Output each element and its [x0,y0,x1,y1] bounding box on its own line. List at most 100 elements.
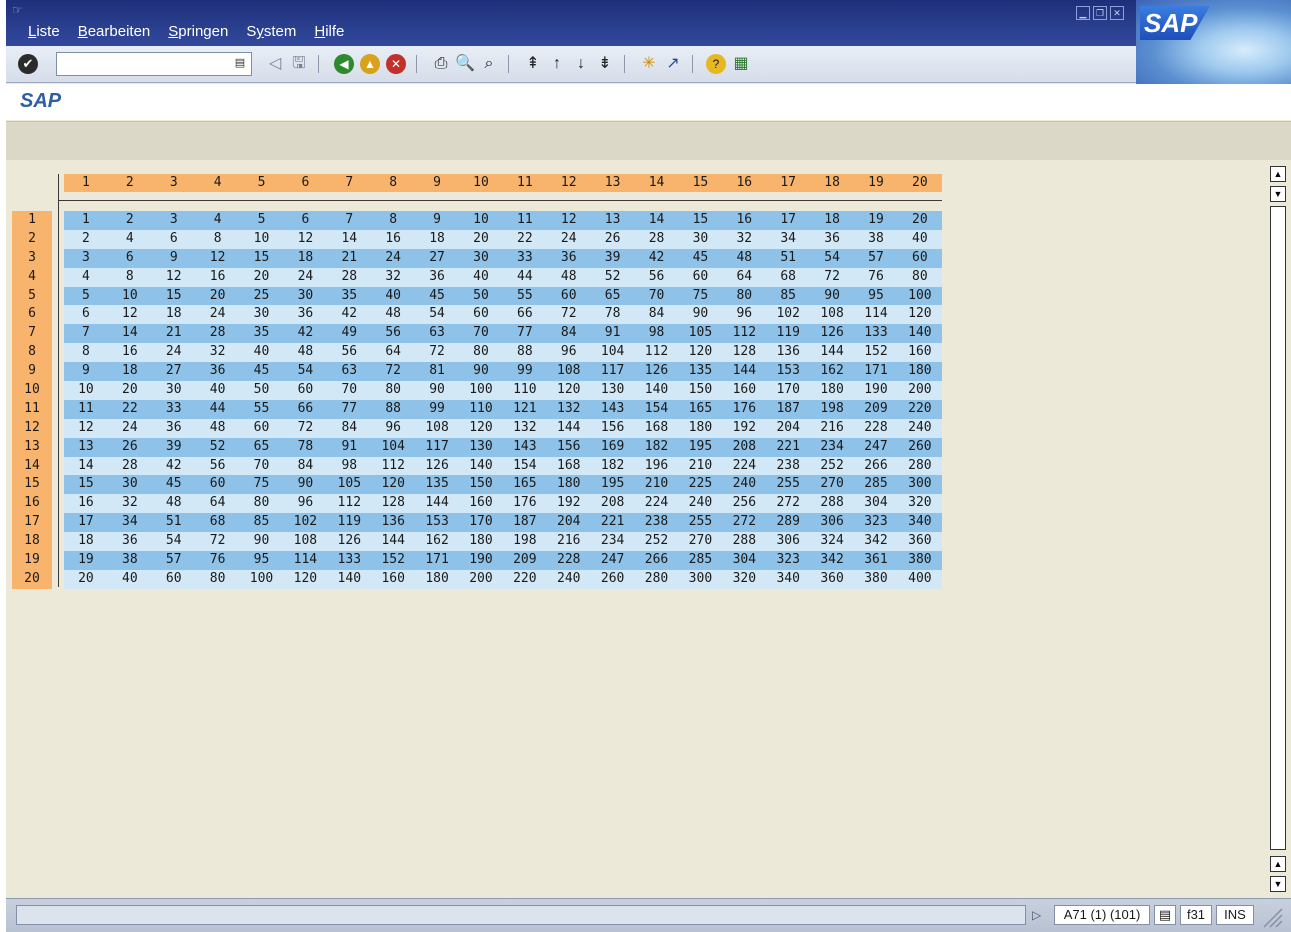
table-row[interactable]: 9 18 27 36 45 54 63 72 81 90 99 108 117 126 135 144 153 1… [64,362,942,382]
table-row[interactable]: 12 24 36 48 60 72 84 96 108 120 132 144 156 168 180 192… [64,418,942,438]
first-page-icon[interactable]: ⇞ [522,53,544,75]
scroll-down-icon[interactable]: ▼ [1270,186,1286,202]
column-header: 17 [780,175,797,190]
column-header: 4 [213,175,222,190]
scroll-down-bottom-icon[interactable]: ▼ [1270,876,1286,892]
table-cell: 10 [253,230,270,246]
status-options-icon[interactable]: ▤ [1154,905,1176,925]
table-row[interactable]: 18 36 54 72 90 108 126 144 162 180 198 216 234 252 270… [64,532,942,552]
table-row[interactable]: 2 4 6 8 10 12 14 16 18 20 22 24 26 28 30 32 34 36 38 40 [64,229,942,249]
cancel-icon[interactable]: ✕ [386,54,406,74]
table-row[interactable]: 13 26 39 52 65 78 91 104 117 130 143 156 169 182 195 20… [64,437,942,457]
scroll-track[interactable] [1270,206,1286,850]
vertical-scrollbar[interactable]: ▲ ▼ ▲ ▼ [1268,162,1288,896]
table-cell: 16 [78,495,94,511]
close-icon[interactable]: ✕ [1110,6,1124,20]
table-row[interactable]: 8 16 24 32 40 48 56 64 72 80 88 96 104 112 120 128 136 14… [64,343,942,363]
table-row[interactable]: 3 6 9 12 15 18 21 24 27 30 33 36 39 42 45 48 51 54 57 60 [64,248,942,268]
table-cell: 204 [557,514,581,530]
table-cell: 171 [864,363,888,379]
system-info-field[interactable]: A71 (1) (101) [1054,905,1150,925]
create-session-icon[interactable]: ✳ [638,53,660,75]
table-cell: 40 [912,230,928,246]
table-cell: 12 [560,212,577,227]
system-menu-icon[interactable]: ☞ [12,4,24,16]
save-icon[interactable]: 🖫 [288,53,310,75]
last-page-icon[interactable]: ⇟ [594,53,616,75]
find-icon[interactable]: 🔍 [454,53,476,75]
menu-liste[interactable]: Liste [28,22,60,42]
table-cell: 54 [297,363,314,379]
table-cell: 170 [469,514,493,530]
table-cell: 132 [557,400,581,416]
table-cell: 272 [776,495,800,511]
menu-hilfe[interactable]: Hilfe [314,22,344,42]
command-field[interactable] [56,52,252,76]
shortcut-icon[interactable]: ↗ [662,53,684,75]
table-row[interactable]: 1 2 3 4 5 6 7 8 9 10 11 12 13 14 15 16 17 18 19 20 [64,211,942,230]
table-row[interactable]: 4 8 12 16 20 24 28 32 36 40 44 48 52 56 60 64 68 72 76 80 [64,267,942,287]
find-next-icon[interactable]: ⌕ [478,53,500,75]
table-row[interactable]: 17 34 51 68 85 102 119 136 153 170 187 204 221 238 255… [64,513,942,533]
table-row[interactable]: 15 30 45 60 75 90 105 120 135 150 165 180 195 210 225 2… [64,475,942,495]
table-cell: 72 [824,268,840,284]
table-cell: 22 [517,230,533,246]
table-cell: 76 [868,268,884,284]
standard-toolbar: ✔ ▤ ◁ 🖫 ◀ ▲ ✕ ⎙ 🔍 ⌕ ⇞ ↑ ↓ ⇟ ✳ ↗ ? ▦ [6,46,1136,83]
table-cell: 234 [600,533,625,549]
table-row[interactable]: 11 22 33 44 55 66 77 88 99 110 121 132 143 154 165 176 1… [64,399,942,419]
scroll-up-icon[interactable]: ▲ [1270,166,1286,182]
menu-bearbeiten[interactable]: Bearbeiten [78,22,151,42]
table-row[interactable]: 16 32 48 64 80 96 112 128 144 160 176 192 208 224 240 2… [64,494,942,514]
dropdown-icon[interactable]: ▤ [234,56,246,70]
table-cell: 20 [78,570,94,586]
menu-system[interactable]: System [246,22,296,42]
green-back-icon[interactable]: ◀ [334,54,354,74]
table-cell: 285 [864,476,888,492]
table-cell: 15 [165,287,182,303]
previous-page-icon[interactable]: ↑ [546,53,568,75]
table-cell: 240 [908,419,932,435]
table-cell: 112 [381,457,405,473]
table-cell: 38 [868,230,884,246]
insert-mode-field[interactable]: INS [1216,905,1254,925]
table-cell: 156 [600,419,625,435]
table-cell: 228 [557,552,581,568]
table-row[interactable]: 5 10 15 20 25 30 35 40 45 50 55 60 65 70 75 80 85 90 95 100 [64,286,942,306]
table-cell: 16 [736,212,753,227]
menu-springen[interactable]: Springen [168,22,228,42]
table-cell: 304 [864,495,888,511]
exit-icon[interactable]: ▲ [360,54,380,74]
table-cell: 132 [513,419,537,435]
resize-grip-icon[interactable] [1258,903,1284,929]
table-cell: 84 [341,419,358,435]
table-cell: 180 [688,419,713,435]
table-cell: 36 [560,249,577,265]
table-row[interactable]: 7 14 21 28 35 42 49 56 63 70 77 84 91 98 105 112 119 126 1… [64,324,942,344]
print-icon[interactable]: ⎙ [430,53,452,75]
scroll-up-bottom-icon[interactable]: ▲ [1270,856,1286,872]
table-cell: 32 [209,344,226,360]
table-cell: 228 [864,419,888,435]
table-row[interactable]: 19 38 57 76 95 114 133 152 171 190 209 228 247 266 285… [64,551,942,570]
table-cell: 252 [644,533,669,549]
table-cell: 70 [341,382,358,398]
minimize-icon[interactable]: ▁ [1076,6,1090,20]
next-page-icon[interactable]: ↓ [570,53,592,75]
toolbar-separator [508,55,509,73]
table-row[interactable]: 20 40 60 80 100 120 140 160 180 200 220 240 260 280 30… [64,569,942,589]
table-row[interactable]: 14 28 42 56 70 84 98 112 126 140 154 168 182 196 210 22… [64,456,942,476]
help-icon[interactable]: ? [706,54,726,74]
layout-icon[interactable]: ▦ [730,53,752,75]
enter-icon[interactable]: ✔ [18,54,38,74]
table-row[interactable]: 6 12 18 24 30 36 42 48 54 60 66 72 78 84 90 96 102 108 114… [64,305,942,325]
table-cell: 66 [517,306,533,322]
back-arrow-icon[interactable]: ◁ [264,53,286,75]
expand-status-icon[interactable]: ▷ [1032,906,1044,924]
table-cell: 20 [209,287,226,303]
table-row[interactable]: 10 20 30 40 50 60 70 80 90 100 110 120 130 140 150 160 1… [64,381,942,400]
menu-bar: ☞ Liste Bearbeiten Springen System Hilfe… [6,0,1291,46]
table-cell: 104 [600,344,625,360]
column-header: 2 [125,175,134,190]
restore-icon[interactable]: ❐ [1093,6,1107,20]
